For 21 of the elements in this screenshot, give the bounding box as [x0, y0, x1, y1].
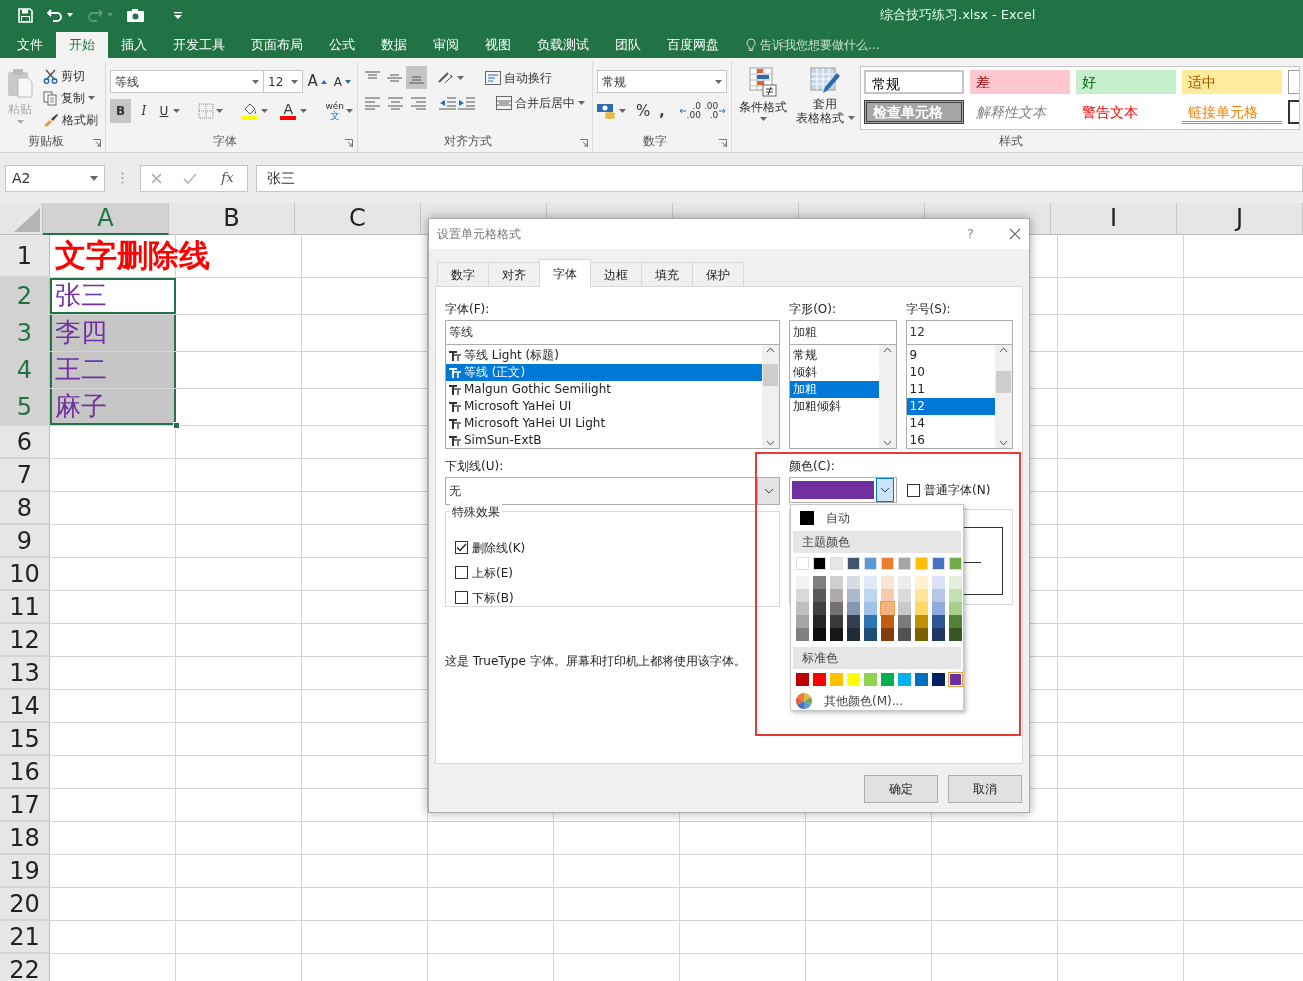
cell-text: 王二: [55, 355, 107, 385]
group-label: 样式: [998, 133, 1024, 150]
field-label: 字号(S):: [905, 301, 952, 318]
group-label: 对齐方式: [443, 133, 493, 150]
section-heading: 标准色: [793, 647, 961, 669]
section-heading: 主题颜色: [793, 531, 961, 553]
group-title: 特殊效果: [450, 503, 502, 521]
field-label: 字形(O):: [789, 301, 838, 318]
cell-text: 张三: [55, 281, 107, 311]
field-label: 字体(F):: [445, 301, 491, 318]
cell-text: 李四: [55, 318, 107, 348]
cell-text: 麻子: [55, 392, 107, 422]
dialog-title: 设置单元格格式: [437, 226, 521, 243]
window-title: 综合技巧练习.xlsx - Excel: [880, 6, 1036, 25]
group-label: 字体: [211, 133, 238, 150]
field-label: 颜色(C):: [789, 458, 836, 475]
group-label: 剪贴板: [26, 133, 65, 150]
field-label: 下划线(U):: [445, 458, 505, 475]
info-text: 这是 TrueType 字体。屏幕和打印机上都将使用该字体。: [445, 653, 746, 670]
group-label: 数字: [642, 133, 668, 150]
cell-text: 文字删除线: [55, 238, 210, 274]
